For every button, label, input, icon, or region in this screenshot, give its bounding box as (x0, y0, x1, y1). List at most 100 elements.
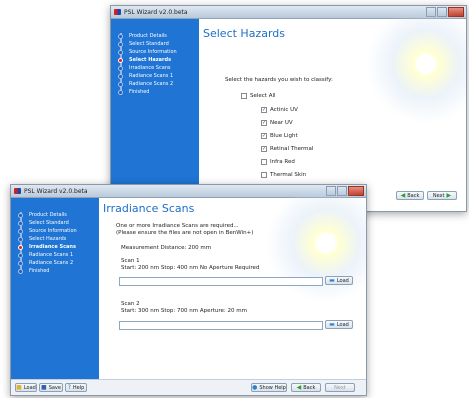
save-wizard-button[interactable]: ■ Save (39, 383, 63, 392)
checkbox-label: Select All (250, 93, 276, 99)
measurement-distance: Measurement Distance: 200 mm (121, 245, 212, 251)
checkbox-box[interactable] (241, 93, 247, 99)
next-button[interactable]: Next ▶ (427, 191, 457, 200)
step-marker-icon (18, 236, 23, 242)
scan1-details: Start: 200 nm Stop: 400 nm No Aperture R… (121, 265, 260, 271)
front-next-button[interactable]: Next (325, 383, 355, 392)
step-item: Radiance Scans 2 (18, 260, 73, 266)
scan2-load-button[interactable]: ▬ Load (325, 320, 353, 329)
step-label: Source Information (29, 228, 77, 234)
checkbox-checked[interactable]: ✓ (261, 120, 267, 126)
step-marker-icon (18, 212, 23, 218)
show-help-button[interactable]: ● Show Help (251, 383, 287, 392)
show-help-label: Show Help (259, 384, 286, 391)
step-label: Source Information (129, 49, 177, 55)
checkbox-checked[interactable]: ✓ (261, 107, 267, 113)
step-item: Product Details (18, 212, 67, 218)
help-label: Help (72, 384, 85, 391)
step-marker-icon (118, 81, 123, 87)
step-label: Radiance Scans 1 (29, 252, 74, 258)
step-label: Select Standard (129, 41, 169, 47)
step-label: Product Details (29, 212, 67, 218)
back-step-sidebar: Product Details Select Standard Source Inf… (111, 19, 199, 211)
app-icon (114, 9, 121, 15)
back-wizard-window: PSL Wizard v2.0.beta Product Details Sele… (110, 5, 467, 212)
step-label: Radiance Scans 2 (129, 81, 174, 87)
step-marker-icon (118, 41, 123, 47)
folder-icon: ■ (16, 384, 22, 391)
step-marker-icon (18, 228, 23, 234)
hazard-label: Blue Light (270, 133, 298, 139)
step-label: Product Details (129, 33, 167, 39)
front-step-sidebar: Product Details Select Standard Source Inf… (11, 198, 99, 379)
hazard-checkbox[interactable]: Infra Red (261, 159, 295, 165)
hazard-label: Retinal Thermal (270, 146, 314, 152)
back-content-pane: Select Hazards Select the hazards you wi… (199, 6, 466, 211)
step-label: Select Standard (29, 220, 69, 226)
step-marker-icon (118, 33, 123, 39)
checkbox-checked[interactable]: ✓ (261, 146, 267, 152)
hazard-label: Actinic UV (270, 107, 298, 113)
checkbox-unchecked[interactable] (261, 159, 267, 165)
step-label: Finished (29, 268, 50, 274)
step-item: Finished (118, 89, 149, 95)
step-item: Radiance Scans 2 (118, 81, 173, 87)
intro-line-2: (Please ensure the files are not open in… (116, 230, 254, 236)
hazard-label: Thermal Skin (270, 172, 307, 178)
next-arrow-icon: ▶ (446, 192, 452, 199)
step-label: Select Hazards (129, 57, 172, 63)
step-label: Radiance Scans 2 (29, 260, 74, 266)
checkbox-unchecked[interactable] (261, 172, 267, 178)
step-item: Select Hazards (18, 236, 66, 242)
select-all-checkbox[interactable]: Select All (241, 93, 276, 99)
load-label: Load (336, 277, 349, 284)
load-label: Load (23, 384, 36, 391)
step-item: Radiance Scans 1 (118, 73, 173, 79)
step-item: Source Information (18, 228, 77, 234)
step-item: Select Standard (18, 220, 69, 226)
scan2-file-field[interactable] (119, 321, 323, 330)
hazard-checkbox[interactable]: ✓ Blue Light (261, 133, 298, 139)
step-marker-icon (18, 244, 23, 250)
load-wizard-button[interactable]: ■ Load (15, 383, 37, 392)
step-marker-icon (118, 49, 123, 55)
scan1-file-field[interactable] (119, 277, 323, 286)
hazard-checkbox[interactable]: ✓ Near UV (261, 120, 293, 126)
step-marker-icon (18, 260, 23, 266)
next-button-label: Next (432, 192, 445, 199)
footer-bar: ■ Load ■ Save ? Help ● Show Help ◀ Back … (11, 379, 366, 395)
hazard-checkbox[interactable]: ✓ Retinal Thermal (261, 146, 313, 152)
save-icon: ■ (41, 384, 47, 391)
step-marker-icon (118, 57, 123, 63)
step-label: Irradiance Scans (29, 244, 76, 250)
scan1-load-button[interactable]: ▬ Load (325, 276, 353, 285)
help-icon: ? (67, 384, 71, 391)
hazard-checkbox[interactable]: ✓ Actinic UV (261, 107, 298, 113)
hazard-checkbox[interactable]: Thermal Skin (261, 172, 306, 178)
next-label: Next (334, 384, 346, 391)
step-marker-icon (18, 252, 23, 258)
step-marker-icon (18, 268, 23, 274)
front-back-button[interactable]: ◀ Back (291, 383, 321, 392)
step-label: Select Hazards (29, 236, 67, 242)
back-window-title: PSL Wizard v2.0.beta (124, 8, 188, 16)
front-window-title: PSL Wizard v2.0.beta (24, 187, 88, 195)
save-label: Save (48, 384, 61, 391)
checkbox-checked[interactable]: ✓ (261, 133, 267, 139)
back-arrow-icon: ◀ (296, 384, 302, 391)
info-icon: ● (252, 384, 258, 391)
back-button[interactable]: ◀ Back (396, 191, 424, 200)
step-item: Source Information (118, 49, 177, 55)
page-title: Select Hazards (203, 27, 286, 40)
step-label: Radiance Scans 1 (129, 73, 174, 79)
scan1-title: Scan 1 (121, 258, 140, 264)
front-wizard-window: PSL Wizard v2.0.beta Product Details Sele… (10, 184, 367, 396)
page-title: Irradiance Scans (103, 202, 195, 215)
step-label: Irradiance Scans (129, 65, 171, 71)
intro-line-1: One or more Irradiance Scans are require… (116, 223, 239, 229)
step-item: Irradiance Scans (18, 244, 76, 250)
step-item: Finished (18, 268, 49, 274)
step-marker-icon (118, 73, 123, 79)
help-button[interactable]: ? Help (65, 383, 87, 392)
hazard-label: Infra Red (270, 159, 295, 165)
